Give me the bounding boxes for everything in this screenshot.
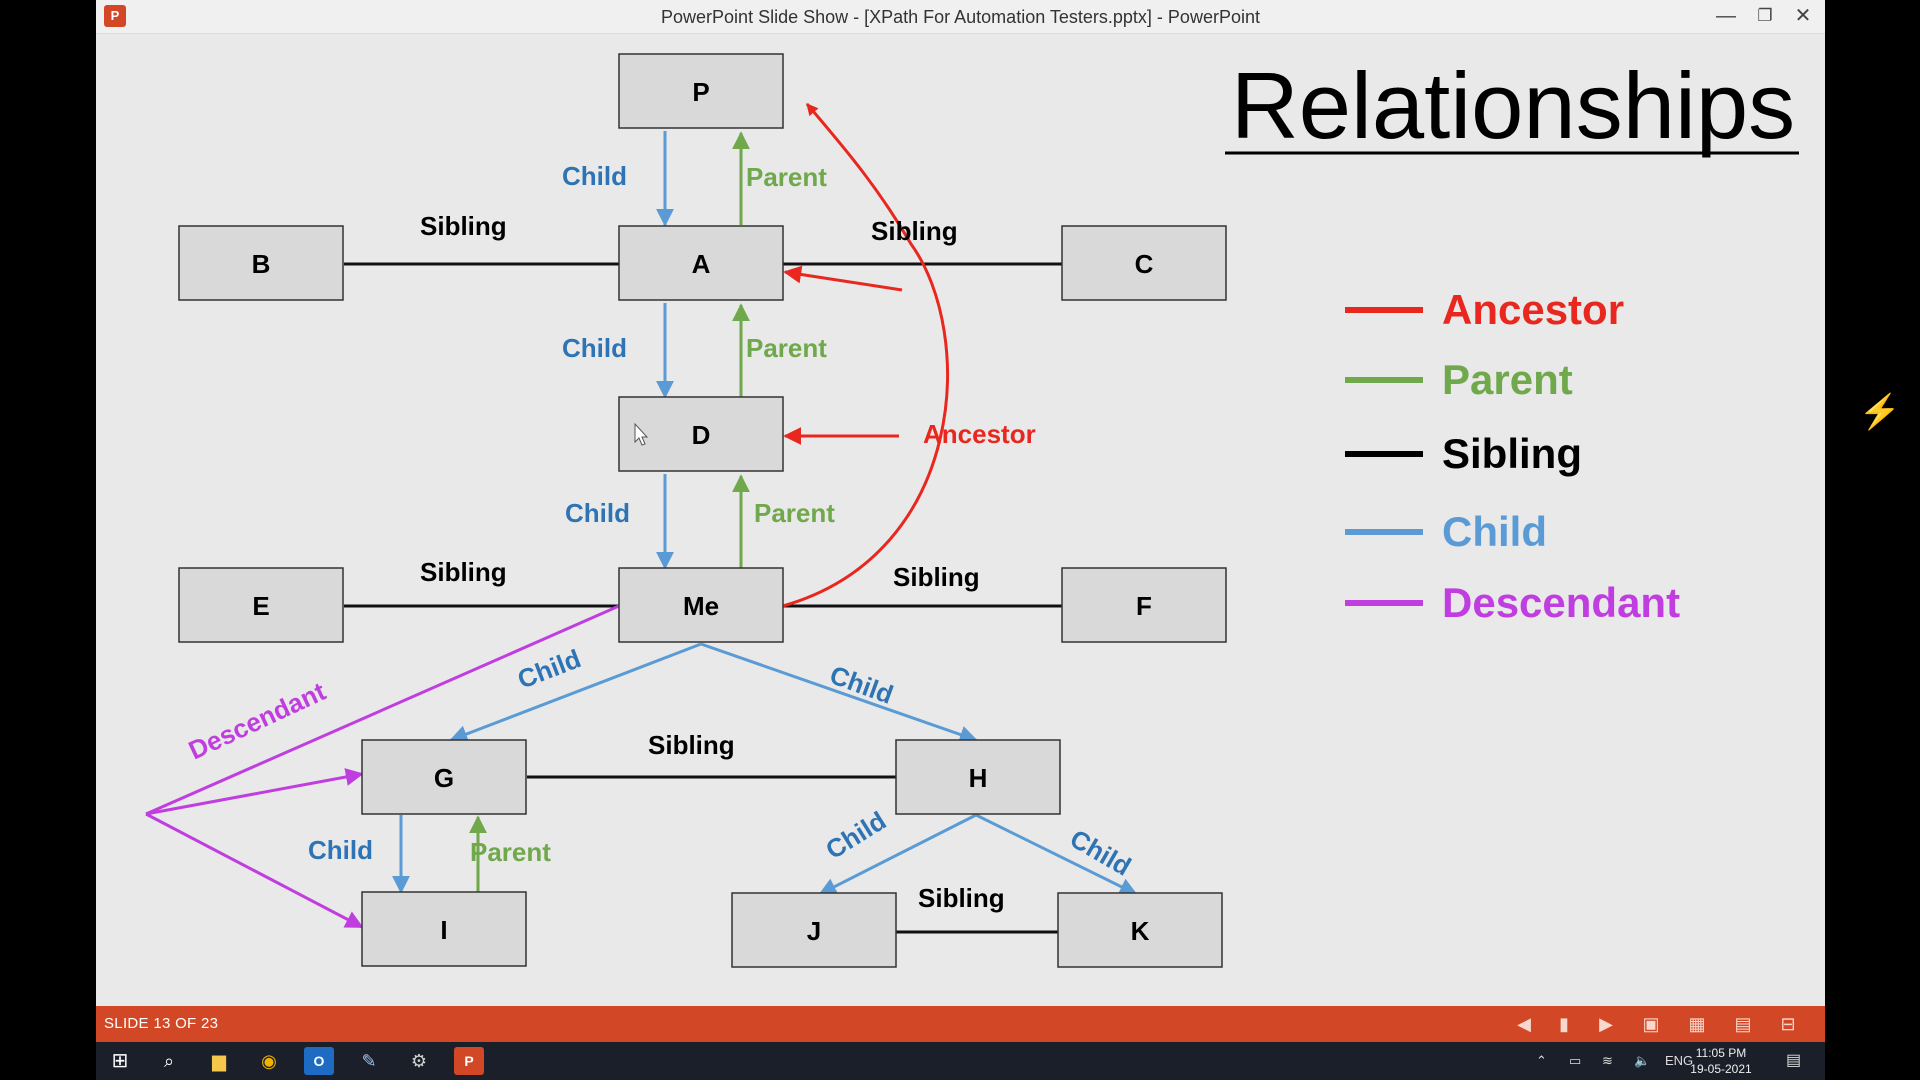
child-label: Child: [820, 805, 891, 865]
sibling-label: Sibling: [871, 216, 958, 246]
node-box-b: B: [178, 225, 344, 301]
volume-icon[interactable]: 🔈: [1634, 1042, 1650, 1080]
legend-item-descendant: Descendant: [1345, 579, 1680, 626]
ancestor-label: Ancestor: [923, 419, 1036, 449]
child-label: Child: [513, 643, 584, 694]
child-label: Child: [826, 659, 897, 709]
node-label: Me: [683, 591, 719, 621]
node-box-h: H: [895, 739, 1061, 815]
overlay-widget-icon[interactable]: ⚡: [1856, 388, 1904, 436]
sibling-label: Sibling: [648, 730, 735, 760]
legend-item-parent: Parent: [1345, 356, 1573, 403]
child-label: Child: [562, 333, 627, 363]
restore-icon[interactable]: ❐: [1746, 2, 1784, 30]
window-title: PowerPoint Slide Show - [XPath For Autom…: [661, 7, 1260, 27]
node-label: P: [692, 77, 709, 107]
legend-label: Sibling: [1442, 430, 1582, 477]
legend-label: Parent: [1442, 356, 1573, 403]
file-explorer-icon[interactable]: ▆: [204, 1047, 234, 1075]
clock-date: 19-05-2021: [1690, 1062, 1752, 1076]
slide-title: Relationships: [1231, 53, 1795, 158]
slide-canvas: Relationships P B A C D E Me F G H I J K…: [96, 34, 1825, 1006]
node-label: B: [252, 249, 271, 279]
descendant-label: Descendant: [184, 676, 331, 766]
node-box-a: A: [618, 225, 784, 301]
node-label: F: [1136, 591, 1152, 621]
grid-view-icon[interactable]: ▦: [1685, 1012, 1709, 1036]
child-label: Child: [1065, 823, 1136, 881]
node-box-c: C: [1061, 225, 1227, 301]
parent-label: Parent: [746, 162, 827, 192]
close-icon[interactable]: ✕: [1784, 2, 1822, 30]
relationship-diagram: Relationships PB A CDE Me FG HI J K Chil…: [145, 53, 1799, 968]
presenter-view-icon[interactable]: ⊟: [1776, 1012, 1800, 1036]
tray-chevron-icon[interactable]: ⌃: [1536, 1042, 1547, 1080]
notification-center-icon[interactable]: ▤: [1786, 1042, 1801, 1080]
wifi-icon[interactable]: ≋: [1602, 1042, 1613, 1080]
node-label: D: [692, 420, 711, 450]
child-label: Child: [565, 498, 630, 528]
legend-label: Descendant: [1442, 579, 1680, 626]
sibling-label: Sibling: [893, 562, 980, 592]
title-bar: P PowerPoint Slide Show - [XPath For Aut…: [96, 0, 1825, 34]
next-slide-icon[interactable]: ▶: [1594, 1012, 1618, 1036]
legend: Ancestor Parent Sibling Child Descendant: [1345, 286, 1680, 626]
node-label: A: [692, 249, 711, 279]
taskbar: ⊞ ⌕ ▆ ◉ O ✎ ⚙ P ⌃ ▭ ≋ 🔈 ENG 11:05 PM 19-…: [96, 1042, 1825, 1080]
node-box-j: J: [731, 892, 897, 968]
status-bar: SLIDE 13 OF 23 ◀ ▮ ▶ ▣ ▦ ▤ ⊟: [96, 1006, 1825, 1042]
outlook-icon[interactable]: O: [304, 1047, 334, 1075]
child-label: Child: [562, 161, 627, 191]
node-box-i: I: [361, 891, 527, 967]
node-box-k: K: [1057, 892, 1223, 968]
node-label: K: [1131, 916, 1150, 946]
previous-slide-icon[interactable]: ◀: [1512, 1012, 1536, 1036]
node-box-p: P: [618, 53, 784, 129]
node-label: E: [252, 591, 269, 621]
node-label: C: [1135, 249, 1154, 279]
legend-item-sibling: Sibling: [1345, 430, 1582, 477]
sibling-label: Sibling: [918, 883, 1005, 913]
child-label: Child: [308, 835, 373, 865]
windows-start-icon[interactable]: ⊞: [105, 1047, 135, 1075]
node-label: G: [434, 763, 454, 793]
sibling-label: Sibling: [420, 557, 507, 587]
clock-time: 11:05 PM: [1695, 1046, 1747, 1060]
legend-label: Child: [1442, 508, 1547, 555]
powerpoint-window: P PowerPoint Slide Show - [XPath For Aut…: [96, 0, 1825, 1042]
node-box-f: F: [1061, 567, 1227, 643]
powerpoint-taskbar-icon[interactable]: P: [454, 1047, 484, 1075]
slide-sorter-icon[interactable]: ▮: [1552, 1012, 1576, 1036]
parent-label: Parent: [746, 333, 827, 363]
node-label: J: [807, 916, 821, 946]
normal-view-icon[interactable]: ▣: [1639, 1012, 1663, 1036]
node-box-me: Me: [618, 567, 784, 643]
notepad-icon[interactable]: ✎: [354, 1047, 384, 1075]
node-box-e: E: [178, 567, 344, 643]
slide-counter: SLIDE 13 OF 23: [104, 1015, 219, 1032]
taskbar-clock[interactable]: 11:05 PM 19-05-2021: [1686, 1045, 1756, 1077]
minimize-icon[interactable]: —: [1707, 2, 1745, 30]
search-icon[interactable]: ⌕: [154, 1047, 184, 1075]
node-label: I: [440, 915, 447, 945]
parent-label: Parent: [754, 498, 835, 528]
settings-gear-icon[interactable]: ⚙: [404, 1047, 434, 1075]
legend-item-ancestor: Ancestor: [1345, 286, 1624, 333]
parent-label: Parent: [470, 837, 551, 867]
node-box-g: G: [361, 739, 527, 815]
chrome-icon[interactable]: ◉: [254, 1047, 284, 1075]
battery-icon[interactable]: ▭: [1569, 1042, 1581, 1080]
node-label: H: [969, 763, 988, 793]
legend-item-child: Child: [1345, 508, 1547, 555]
reading-view-icon[interactable]: ▤: [1731, 1012, 1755, 1036]
sibling-label: Sibling: [420, 211, 507, 241]
legend-label: Ancestor: [1442, 286, 1624, 333]
